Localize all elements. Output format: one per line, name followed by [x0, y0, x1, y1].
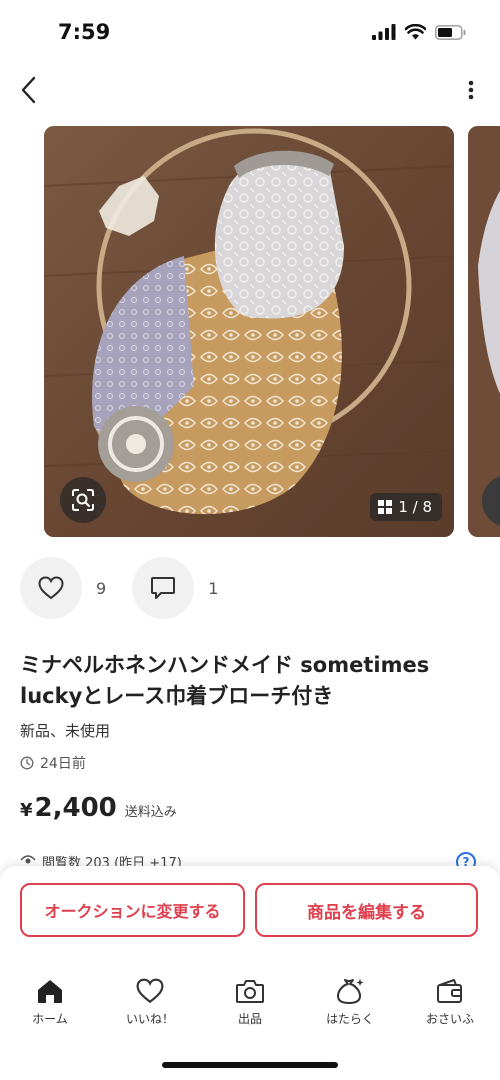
home-indicator [162, 1062, 338, 1068]
comments-count: 1 [208, 578, 219, 598]
image-gallery[interactable]: 1 / 8 [0, 126, 500, 537]
clock-icon [20, 756, 34, 770]
next-photo-preview[interactable] [468, 126, 500, 537]
tab-work-label: はたらく [326, 1012, 374, 1026]
chevron-left-icon [21, 76, 36, 104]
battery-icon [435, 24, 466, 40]
edit-item-button[interactable]: 商品を編集する [255, 883, 478, 937]
price-amount: 2,400 [34, 793, 117, 823]
likes-count: 9 [96, 578, 107, 598]
tab-wallet-label: おさいふ [425, 1012, 474, 1026]
product-photo-image [44, 126, 454, 537]
more-options-button[interactable] [462, 74, 480, 106]
image-counter-text: 1 / 8 [398, 498, 432, 516]
tab-likes[interactable]: いいね！ [100, 976, 200, 1036]
lens-icon [72, 489, 94, 511]
cellular-signal-icon [372, 24, 396, 40]
tab-bar: ホーム いいね！ 出品 はたらく おさいふ [0, 976, 500, 1036]
heart-icon [38, 576, 64, 600]
camera-icon [236, 980, 264, 1003]
posted-time: 24日前 [20, 753, 86, 773]
shipping-label: 送料込み [124, 805, 177, 820]
change-to-auction-button[interactable]: オークションに変更する [20, 883, 245, 937]
tab-sell-label: 出品 [237, 1012, 262, 1026]
back-button[interactable] [12, 72, 44, 108]
tab-home[interactable]: ホーム [0, 976, 100, 1036]
product-photo[interactable]: 1 / 8 [44, 126, 454, 537]
status-bar: 7:59 [0, 0, 500, 64]
grid-icon [378, 500, 393, 514]
tab-home-label: ホーム [32, 1012, 68, 1026]
comment-icon [151, 577, 176, 599]
tab-sell[interactable]: 出品 [200, 976, 300, 1036]
tab-wallet[interactable]: おさいふ [400, 976, 500, 1036]
status-icons [372, 24, 466, 40]
product-title: ミナペルホネンハンドメイド sometimes luckyとレース巾着ブローチ付… [20, 653, 430, 708]
wifi-icon [405, 24, 426, 40]
status-time: 7:59 [58, 20, 111, 44]
home-icon [38, 980, 62, 1003]
money-bag-icon [337, 979, 364, 1004]
wallet-icon [437, 979, 462, 1003]
more-vertical-icon [468, 80, 474, 100]
nav-bar [0, 64, 500, 116]
engagement-row: 9 1 [20, 557, 244, 619]
product-condition: 新品、未使用 [20, 722, 111, 740]
next-photo-image [468, 126, 500, 537]
posted-time-text: 24日前 [40, 756, 86, 772]
eye-icon [20, 855, 36, 864]
like-button[interactable] [20, 557, 82, 619]
image-counter: 1 / 8 [370, 493, 442, 521]
heart-icon [136, 978, 164, 1004]
comment-button[interactable] [132, 557, 195, 619]
bottom-panel: オークションに変更する 商品を編集する ホーム いいね！ 出品 はたらく おさい… [0, 866, 500, 1080]
price: ¥ 2,400 送料込み [20, 793, 177, 823]
tab-work[interactable]: はたらく [300, 976, 400, 1036]
tab-likes-label: いいね！ [125, 1012, 174, 1026]
price-currency: ¥ [20, 800, 33, 821]
image-search-button[interactable] [60, 477, 106, 523]
